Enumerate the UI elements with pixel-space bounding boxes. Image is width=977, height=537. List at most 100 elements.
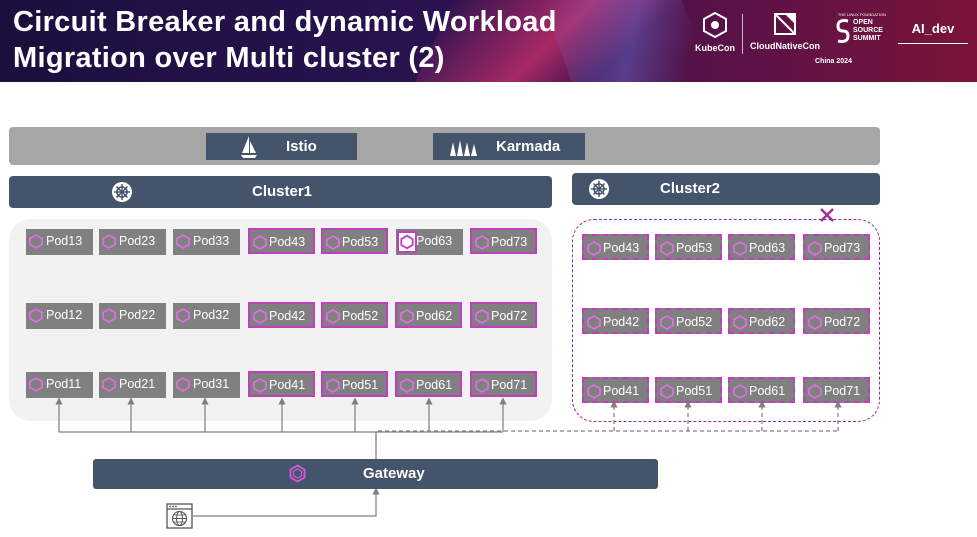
pod-label: Pod42 — [269, 309, 306, 323]
pod-label: Pod32 — [193, 308, 230, 322]
browser-icon — [166, 503, 193, 529]
pod: Pod73 — [470, 228, 537, 254]
pod: Pod31 — [173, 372, 240, 398]
pod-icon — [660, 315, 674, 330]
pod: Pod22 — [99, 303, 166, 329]
pod-label: Pod52 — [676, 315, 713, 329]
pod-label: Pod23 — [119, 234, 156, 248]
pod: Pod62 — [395, 302, 462, 328]
pod: Pod73 — [803, 234, 870, 260]
pod-icon — [660, 241, 674, 256]
pod-label: Pod62 — [749, 315, 786, 329]
pod: Pod52 — [655, 308, 722, 334]
pod: Pod53 — [321, 228, 388, 254]
pod: Pod63 — [396, 229, 463, 255]
connection-lines — [55, 397, 842, 517]
pod-icon — [253, 235, 267, 250]
pod: Pod43 — [582, 234, 649, 260]
pod-icon — [253, 378, 267, 393]
pod-label: Pod52 — [342, 309, 379, 323]
pod-icon — [733, 384, 747, 399]
pod: Pod63 — [728, 234, 795, 260]
pod: Pod51 — [321, 371, 388, 397]
pod-label: Pod72 — [824, 315, 861, 329]
pod: Pod21 — [99, 372, 166, 398]
gateway-icon — [289, 464, 306, 483]
pod-icon — [808, 315, 822, 330]
pod-label: Pod13 — [46, 234, 83, 248]
gateway-label: Gateway — [363, 465, 425, 482]
pod-label: Pod41 — [269, 378, 306, 392]
pod: Pod23 — [99, 229, 166, 255]
pod: Pod42 — [248, 302, 315, 328]
pod-icon — [253, 309, 267, 324]
pod-label: Pod63 — [749, 241, 786, 255]
pod-icon — [29, 377, 43, 392]
pod-icon — [29, 234, 43, 249]
pod-label: Pod21 — [119, 377, 156, 391]
pod-label: Pod43 — [603, 241, 640, 255]
pod-label: Pod61 — [749, 384, 786, 398]
pod-icon — [808, 384, 822, 399]
pod: Pod12 — [26, 303, 93, 329]
pod-label: Pod51 — [342, 378, 379, 392]
pod-label: Pod11 — [46, 377, 82, 391]
pod-icon — [326, 235, 340, 250]
pod: Pod41 — [582, 377, 649, 403]
pod: Pod72 — [470, 302, 537, 328]
pod-label: Pod73 — [824, 241, 861, 255]
pod-icon — [660, 384, 674, 399]
pod-label: Pod71 — [824, 384, 861, 398]
pod-label: Pod71 — [491, 378, 528, 392]
pod-label: Pod31 — [193, 377, 230, 391]
pod-label: Pod72 — [491, 309, 528, 323]
pod: Pod33 — [173, 229, 240, 255]
pod-icon — [587, 241, 601, 256]
pod-label: Pod51 — [676, 384, 713, 398]
pod-label: Pod12 — [46, 308, 83, 322]
pod-icon — [475, 378, 489, 393]
pod: Pod42 — [582, 308, 649, 334]
pod-icon — [176, 308, 190, 323]
pod-label: Pod22 — [119, 308, 156, 322]
pod-label: Pod53 — [676, 241, 713, 255]
pod-label: Pod42 — [603, 315, 640, 329]
pod-icon — [397, 231, 417, 253]
pod-label: Pod63 — [416, 234, 453, 248]
pod-icon — [475, 235, 489, 250]
pod: Pod71 — [470, 371, 537, 397]
pod-label: Pod43 — [269, 235, 306, 249]
pod: Pod53 — [655, 234, 722, 260]
pod-label: Pod73 — [491, 235, 528, 249]
pod-icon — [808, 241, 822, 256]
pod-label: Pod33 — [193, 234, 230, 248]
pod-icon — [102, 308, 116, 323]
pod-icon — [102, 377, 116, 392]
pod: Pod11 — [26, 372, 93, 398]
pod-icon — [733, 241, 747, 256]
pod-icon — [587, 384, 601, 399]
pod: Pod61 — [728, 377, 795, 403]
pod: Pod71 — [803, 377, 870, 403]
gateway-box: Gateway — [93, 459, 658, 489]
pod: Pod72 — [803, 308, 870, 334]
pod: Pod52 — [321, 302, 388, 328]
pod-icon — [326, 378, 340, 393]
pod-icon — [29, 308, 43, 323]
pod: Pod62 — [728, 308, 795, 334]
pod: Pod32 — [173, 303, 240, 329]
pod-icon — [587, 315, 601, 330]
pod: Pod51 — [655, 377, 722, 403]
pod: Pod41 — [248, 371, 315, 397]
pod-icon — [475, 309, 489, 324]
pod-label: Pod61 — [416, 378, 453, 392]
pod-icon — [733, 315, 747, 330]
pod: Pod43 — [248, 228, 315, 254]
pod-icon — [400, 309, 414, 324]
pod-label: Pod62 — [416, 309, 453, 323]
pod-icon — [400, 378, 414, 393]
pod: Pod13 — [26, 229, 93, 255]
pod-icon — [102, 234, 116, 249]
pod-icon — [326, 309, 340, 324]
pod: Pod61 — [395, 371, 462, 397]
